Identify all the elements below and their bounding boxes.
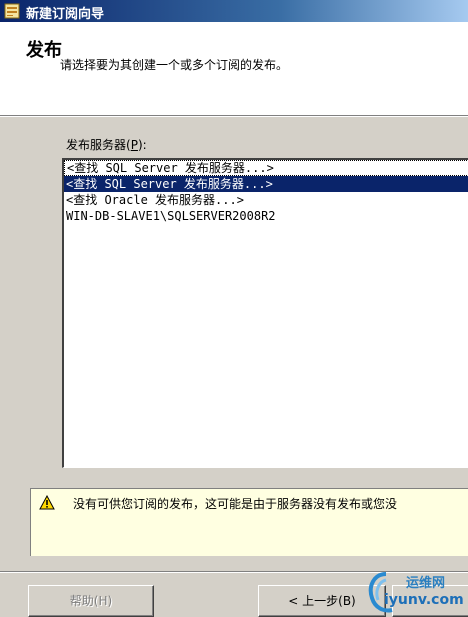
watermark-text-2: iyunv.com [384, 592, 464, 608]
title-bar: 新建订阅向导 [0, 0, 468, 22]
warning-panel: 没有可供您订阅的发布，这可能是由于服务器没有发布或您没 [30, 488, 468, 556]
watermark-text-1: 运维网 [406, 576, 446, 591]
publisher-item-find-oracle[interactable]: <查找 Oracle 发布服务器...> [64, 192, 468, 208]
help-button[interactable]: 帮助(H) [28, 585, 154, 617]
header-divider [0, 116, 468, 117]
warning-icon [39, 495, 55, 510]
warning-text: 没有可供您订阅的发布，这可能是由于服务器没有发布或您没 [73, 497, 398, 511]
site-watermark: 运维网 iyunv.com [366, 566, 468, 617]
publisher-item-find-sql-2[interactable]: <查找 SQL Server 发布服务器...> [64, 176, 468, 192]
page-title: 发布 [26, 40, 62, 61]
wizard-app-icon [4, 3, 20, 19]
publisher-item-find-sql-1[interactable]: <查找 SQL Server 发布服务器...> [64, 160, 468, 176]
publisher-label: 发布服务器(P): [66, 138, 147, 152]
publisher-listbox[interactable]: <查找 SQL Server 发布服务器...> <查找 SQL Server … [62, 158, 468, 468]
page-subtitle: 请选择要为其创建一个或多个订阅的发布。 [60, 58, 289, 72]
wizard-header: 发布 请选择要为其创建一个或多个订阅的发布。 [0, 22, 468, 116]
publisher-item-server[interactable]: WIN-DB-SLAVE1\SQLSERVER2008R2 [64, 208, 468, 224]
window-title: 新建订阅向导 [26, 7, 105, 22]
